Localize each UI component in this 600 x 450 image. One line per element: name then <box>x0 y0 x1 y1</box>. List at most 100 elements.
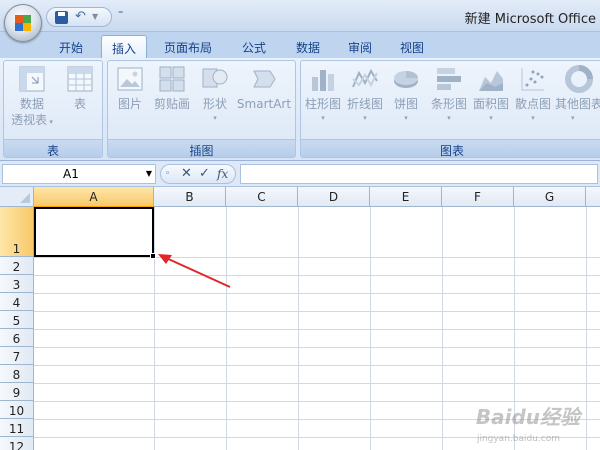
chevron-down-icon: ▾ <box>404 114 408 122</box>
table-button[interactable]: 表 <box>62 65 98 112</box>
chevron-down-icon: ▾ <box>47 118 53 126</box>
row-number: 2 <box>12 260 21 274</box>
row-header-12[interactable]: 12 <box>0 437 34 450</box>
shapes-icon <box>201 65 229 93</box>
gridline <box>34 329 600 330</box>
scatter-chart-button[interactable]: 散点图 ▾ <box>513 65 553 126</box>
picture-icon <box>116 65 144 93</box>
chevron-down-icon[interactable]: ▼ <box>146 169 152 178</box>
tab-page-layout[interactable]: 页面布局 <box>156 35 220 58</box>
watermark: Baidu经验 <box>475 405 580 429</box>
undo-dropdown-icon[interactable]: ▼ <box>92 12 98 21</box>
row-header-10[interactable]: 10 <box>0 401 34 419</box>
tab-insert[interactable]: 插入 <box>101 35 147 58</box>
group-charts-label: 图表 <box>301 139 600 158</box>
office-logo-icon <box>15 15 31 31</box>
row-number: 6 <box>12 332 21 346</box>
chevron-down-icon: ▾ <box>531 114 535 122</box>
bar-chart-icon <box>435 65 463 93</box>
gridline <box>34 275 600 276</box>
other-charts-button[interactable]: 其他图表 ▾ <box>555 65 600 126</box>
clip-art-button[interactable]: 剪贴画 <box>152 65 192 112</box>
column-header-g[interactable]: G <box>514 187 586 207</box>
quick-access-toolbar: ↶ ▼ <box>46 7 112 27</box>
select-all-button[interactable] <box>0 187 34 207</box>
row-header-4[interactable]: 4 <box>0 293 34 311</box>
row-header-5[interactable]: 5 <box>0 311 34 329</box>
row-number: 7 <box>12 350 21 364</box>
gridline <box>34 383 600 384</box>
name-box-value: A1 <box>63 167 79 181</box>
other-charts-icon <box>565 65 593 93</box>
row-header-11[interactable]: 11 <box>0 419 34 437</box>
clip-art-label: 剪贴画 <box>153 97 190 111</box>
clip-art-icon <box>158 65 186 93</box>
row-number: 4 <box>12 296 21 310</box>
shapes-button[interactable]: 形状 ▾ <box>198 65 232 126</box>
formula-input[interactable] <box>240 164 598 184</box>
insert-function-icon[interactable]: fx <box>217 167 228 181</box>
area-chart-button[interactable]: 面积图 ▾ <box>471 65 511 126</box>
column-header-a[interactable]: A <box>34 187 154 207</box>
row-header-8[interactable]: 8 <box>0 365 34 383</box>
tab-view[interactable]: 视图 <box>392 35 432 58</box>
table-label: 表 <box>73 97 86 111</box>
row-header-1[interactable]: 1 <box>0 207 34 257</box>
ribbon-tab-bar: 开始 插入 页面布局 公式 数据 审阅 视图 <box>0 32 600 58</box>
column-header-b[interactable]: B <box>154 187 226 207</box>
pie-chart-icon <box>392 65 420 93</box>
gridline <box>34 257 600 258</box>
undo-icon[interactable]: ↶ <box>75 9 86 24</box>
row-number: 11 <box>8 422 25 436</box>
worksheet: A B C D E F G 1 2 3 4 5 6 7 8 9 10 11 12… <box>0 187 600 450</box>
customize-toolbar-icon[interactable]: ⁼ <box>118 9 123 20</box>
table-icon <box>66 65 94 93</box>
column-header-h[interactable] <box>586 187 600 207</box>
bar-chart-button[interactable]: 条形图 ▾ <box>429 65 469 126</box>
cancel-icon[interactable]: ✕ <box>181 166 192 181</box>
row-number: 8 <box>12 368 21 382</box>
column-chart-button[interactable]: 柱形图 ▾ <box>303 65 343 126</box>
office-button[interactable] <box>4 4 42 42</box>
other-charts-label: 其他图表 <box>555 97 600 111</box>
grip-icon: ◦ <box>165 169 171 179</box>
line-chart-button[interactable]: 折线图 ▾ <box>345 65 385 126</box>
formula-bar: A1 ▼ ◦ ✕ ✓ fx <box>0 161 600 187</box>
column-header-f[interactable]: F <box>442 187 514 207</box>
enter-icon[interactable]: ✓ <box>199 166 210 181</box>
group-tables: 数据 透视表 ▾ 表 表 <box>3 60 103 158</box>
save-icon[interactable] <box>55 11 68 24</box>
gridline <box>34 347 600 348</box>
smartart-icon <box>250 65 278 93</box>
tab-formulas[interactable]: 公式 <box>234 35 274 58</box>
tab-home[interactable]: 开始 <box>52 35 90 58</box>
tab-review[interactable]: 审阅 <box>340 35 380 58</box>
column-header-e[interactable]: E <box>370 187 442 207</box>
column-chart-icon <box>309 65 337 93</box>
active-cell-a1[interactable] <box>34 207 154 257</box>
row-number: 12 <box>8 440 25 450</box>
pivot-table-button[interactable]: 数据 透视表 ▾ <box>10 65 54 130</box>
row-number: 3 <box>12 278 21 292</box>
watermark-url: jingyan.baidu.com <box>476 434 560 444</box>
gridline <box>34 293 600 294</box>
picture-button[interactable]: 图片 <box>114 65 146 112</box>
pie-chart-button[interactable]: 饼图 ▾ <box>387 65 425 126</box>
row-number: 9 <box>12 386 21 400</box>
column-header-d[interactable]: D <box>298 187 370 207</box>
chevron-down-icon: ▾ <box>571 114 575 122</box>
tab-data[interactable]: 数据 <box>288 35 328 58</box>
group-charts: 柱形图 ▾ 折线图 ▾ 饼图 ▾ 条形图 ▾ 面积图 ▾ 散点图 ▾ 其他图表 … <box>300 60 600 158</box>
row-header-7[interactable]: 7 <box>0 347 34 365</box>
row-header-3[interactable]: 3 <box>0 275 34 293</box>
scatter-chart-icon <box>519 65 547 93</box>
smartart-button[interactable]: SmartArt <box>236 65 292 112</box>
row-header-2[interactable]: 2 <box>0 257 34 275</box>
area-chart-icon <box>477 65 505 93</box>
pivot-table-label-2: 透视表 <box>11 113 48 127</box>
row-header-9[interactable]: 9 <box>0 383 34 401</box>
name-box[interactable]: A1 ▼ <box>2 164 156 184</box>
column-header-c[interactable]: C <box>226 187 298 207</box>
pivot-table-label: 数据 <box>19 97 44 111</box>
row-header-6[interactable]: 6 <box>0 329 34 347</box>
